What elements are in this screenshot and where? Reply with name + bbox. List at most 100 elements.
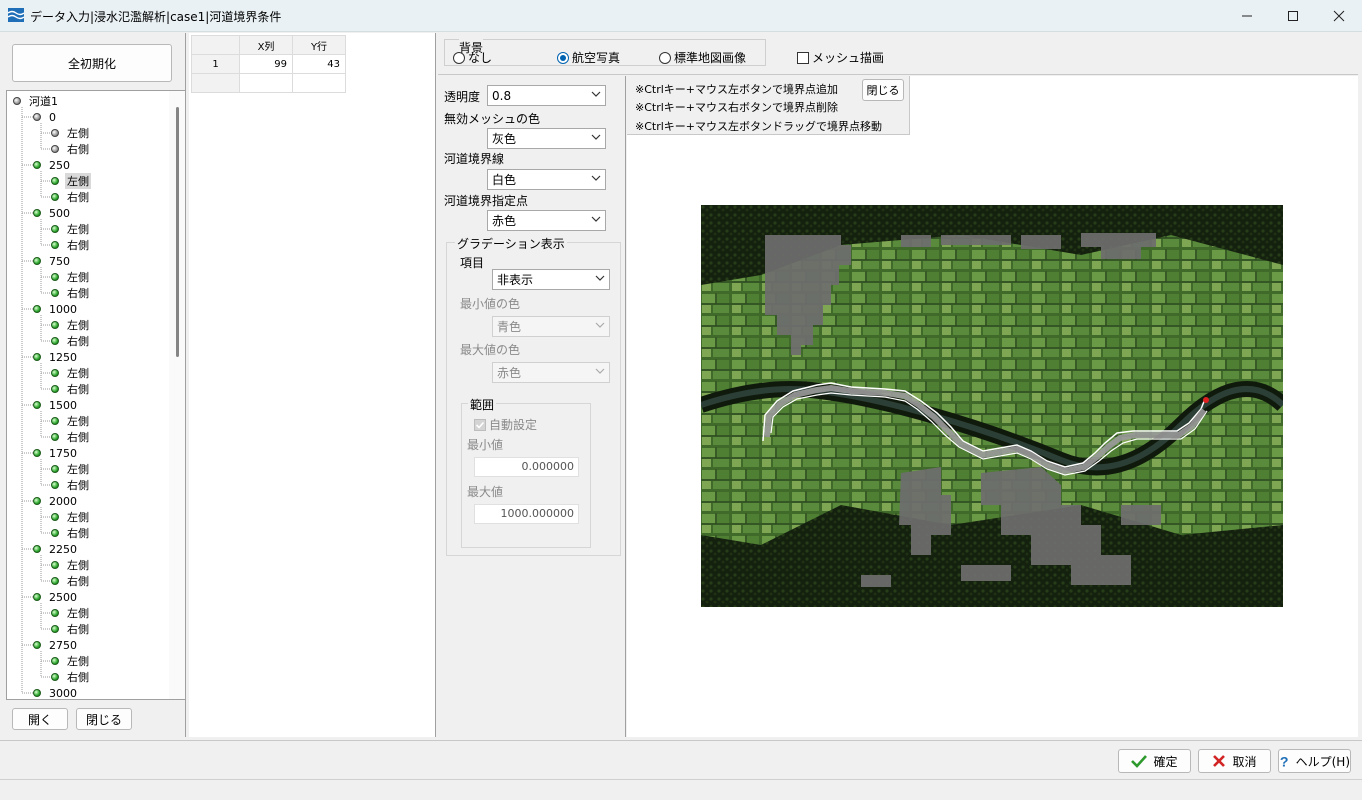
auto-setting-checkbox[interactable]: 自動設定: [474, 416, 537, 433]
opacity-select[interactable]: 0.8: [487, 85, 606, 106]
maximize-button[interactable]: [1270, 0, 1316, 32]
tree-scrollbar[interactable]: [169, 91, 185, 699]
tree-node-2000[interactable]: 2000: [33, 493, 79, 509]
tree-leaf-right[interactable]: 右側: [51, 285, 91, 301]
chevron-down-icon: [591, 216, 601, 222]
tree-node-label: 右側: [67, 335, 89, 348]
tree-leaf-left[interactable]: 左側: [51, 653, 91, 669]
node-bullet-icon: [51, 513, 59, 521]
radio-on-icon: [557, 51, 569, 64]
cross-icon: [1213, 755, 1226, 767]
tree-node-label: 1250: [49, 350, 77, 364]
node-bullet-icon: [51, 225, 59, 233]
tree-node-label: 左側: [67, 607, 89, 620]
max-value-input[interactable]: 1000.000000: [474, 504, 579, 524]
boundary-point-label: 河道境界指定点: [444, 194, 529, 208]
coordinate-grid[interactable]: X列 Y行 1 99 43: [191, 35, 346, 93]
tree-leaf-right[interactable]: 右側: [51, 573, 91, 589]
tree-leaf-left[interactable]: 左側: [51, 413, 91, 429]
bg-option-none-label: なし: [468, 51, 493, 65]
node-bullet-icon: [51, 433, 59, 441]
chevron-down-icon: [591, 134, 601, 140]
tree-leaf-right[interactable]: 右側: [51, 429, 91, 445]
invalid-mesh-color-select[interactable]: 灰色: [487, 128, 606, 149]
mesh-draw-checkbox[interactable]: メッシュ描画: [797, 49, 884, 66]
hint-move-point: ※Ctrlキー+マウス左ボタンドラッグで境界点移動: [635, 120, 883, 133]
max-color-select[interactable]: 赤色: [492, 362, 610, 383]
tree-node-1500[interactable]: 1500: [33, 397, 79, 413]
boundary-line-color-select[interactable]: 白色: [487, 169, 606, 190]
y-value-cell[interactable]: 43: [292, 54, 346, 74]
tree-leaf-left[interactable]: 左側: [51, 365, 91, 381]
node-bullet-icon: [51, 289, 59, 297]
hint-close-button[interactable]: 閉じる: [862, 79, 904, 101]
tree-node-1000[interactable]: 1000: [33, 301, 79, 317]
tree-leaf-right[interactable]: 右側: [51, 477, 91, 493]
tree-leaf-right[interactable]: 右側: [51, 333, 91, 349]
node-bullet-icon: [51, 145, 59, 153]
tree-node-label: 左側: [67, 127, 89, 140]
tree-leaf-right[interactable]: 右側: [51, 189, 91, 205]
max-value-label: 最大値: [467, 485, 504, 499]
tree-leaf-right[interactable]: 右側: [51, 621, 91, 637]
tree-node-1750[interactable]: 1750: [33, 445, 79, 461]
tree-leaf-right[interactable]: 右側: [51, 237, 91, 253]
confirm-button[interactable]: 確定: [1118, 749, 1191, 773]
map-viewport[interactable]: ※Ctrlキー+マウス左ボタンで境界点追加 ※Ctrlキー+マウス右ボタンで境界…: [627, 76, 1358, 737]
tree-leaf-left[interactable]: 左側: [51, 461, 91, 477]
tree-leaf-right[interactable]: 右側: [51, 381, 91, 397]
tree-node-label: 左側: [67, 655, 89, 668]
grid-corner-cell: [191, 35, 240, 55]
node-bullet-icon: [51, 273, 59, 281]
bg-option-aerial[interactable]: 航空写真: [557, 49, 620, 66]
collapse-all-button[interactable]: 閉じる: [76, 708, 132, 730]
tree-leaf-right[interactable]: 右側: [51, 525, 91, 541]
river-tree-view[interactable]: 河道1 0 左側 右側 250 左側 右側 500 左側 右側 750 左側 右側 1000 左側 右側 125…: [6, 90, 186, 700]
tree-leaf-left[interactable]: 左側: [51, 557, 91, 573]
tree-leaf-left[interactable]: 左側: [51, 173, 91, 189]
table-row[interactable]: 1 99 43: [191, 54, 346, 74]
tree-leaf-right[interactable]: 右側: [51, 669, 91, 685]
tree-leaf-left[interactable]: 左側: [51, 605, 91, 621]
bg-option-standard-map[interactable]: 標準地図画像: [659, 49, 746, 66]
tree-node-0[interactable]: 0: [33, 109, 58, 125]
x-value-cell[interactable]: 99: [239, 54, 293, 74]
tree-node-label: 左側: [67, 463, 89, 476]
tree-leaf-left[interactable]: 左側: [51, 125, 91, 141]
tree-leaf-left[interactable]: 左側: [51, 221, 91, 237]
min-value-input[interactable]: 0.000000: [474, 457, 579, 477]
cancel-button[interactable]: 取消: [1198, 749, 1271, 773]
tree-leaf-left[interactable]: 左側: [51, 269, 91, 285]
tree-node-label: 3000: [49, 686, 77, 700]
tree-node-500[interactable]: 500: [33, 205, 72, 221]
node-bullet-icon: [33, 401, 41, 409]
boundary-point-color-select[interactable]: 赤色: [487, 210, 606, 231]
tree-node-root[interactable]: 河道1: [13, 93, 60, 109]
expand-all-button[interactable]: 開く: [12, 708, 68, 730]
tree-node-label: 左側: [67, 223, 89, 236]
help-button[interactable]: ? ヘルプ(H): [1278, 749, 1351, 773]
bg-option-none[interactable]: なし: [453, 49, 492, 66]
minimize-button[interactable]: [1224, 0, 1270, 32]
tree-node-2500[interactable]: 2500: [33, 589, 79, 605]
minimize-icon: [1242, 15, 1252, 17]
tree-leaf-left[interactable]: 左側: [51, 509, 91, 525]
tree-node-750[interactable]: 750: [33, 253, 72, 269]
table-row-empty[interactable]: [191, 73, 346, 93]
x-value-cell[interactable]: [239, 73, 293, 93]
gradation-item-select[interactable]: 非表示: [492, 269, 610, 290]
y-value-cell[interactable]: [292, 73, 346, 93]
tree-node-1250[interactable]: 1250: [33, 349, 79, 365]
tree-node-2750[interactable]: 2750: [33, 637, 79, 653]
tree-node-250[interactable]: 250: [33, 157, 72, 173]
tree-leaf-right[interactable]: 右側: [51, 141, 91, 157]
boundary-point-marker[interactable]: [1203, 397, 1209, 403]
tree-node-3000[interactable]: 3000: [33, 685, 79, 700]
tree-leaf-left[interactable]: 左側: [51, 317, 91, 333]
aerial-photo-map[interactable]: [701, 205, 1283, 607]
close-window-button[interactable]: [1316, 0, 1362, 32]
tree-node-2250[interactable]: 2250: [33, 541, 79, 557]
min-color-select[interactable]: 青色: [492, 316, 610, 337]
reset-all-button[interactable]: 全初期化: [12, 44, 172, 82]
tree-scroll-thumb[interactable]: [176, 107, 179, 357]
